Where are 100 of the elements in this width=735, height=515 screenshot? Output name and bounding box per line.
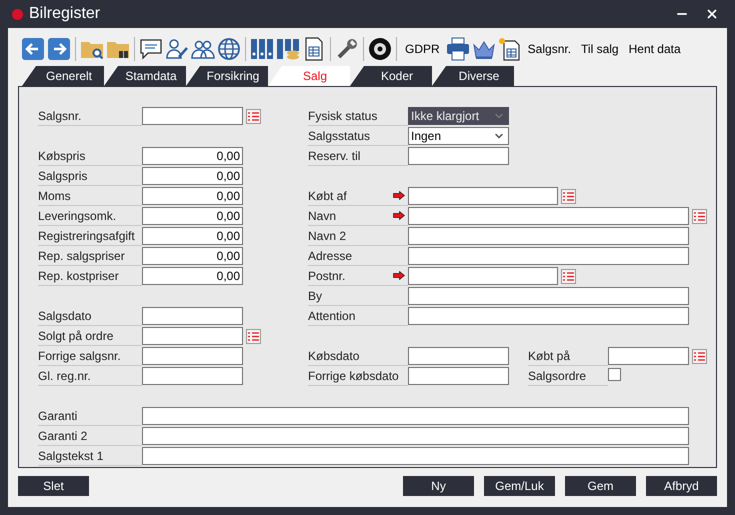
field-label: Attention <box>308 308 356 324</box>
field-label: Registreringsafgift <box>38 228 135 244</box>
tab[interactable]: Stamdata <box>104 66 186 86</box>
field-label: Købsdato <box>308 348 360 364</box>
field-label: Adresse <box>308 248 352 264</box>
field-label: Gl. reg.nr. <box>38 368 91 384</box>
input-field[interactable]: 0,00 <box>142 267 243 285</box>
checkbox[interactable] <box>608 368 621 380</box>
field-label: Salgsstatus <box>308 128 370 144</box>
field-label: Reserv. til <box>308 148 360 164</box>
input-field[interactable] <box>408 307 689 325</box>
tire-icon <box>368 37 392 61</box>
field-label: Rep. salgspriser <box>38 248 125 264</box>
binders-button[interactable] <box>249 36 275 62</box>
action-button[interactable]: Gem/Luk <box>484 476 555 496</box>
input-field[interactable] <box>142 307 243 325</box>
field-label: Garanti 2 <box>38 428 88 444</box>
field-label: Navn <box>308 208 336 224</box>
action-button[interactable]: Ny <box>403 476 474 496</box>
input-field[interactable] <box>408 187 558 205</box>
action-button[interactable]: Afbryd <box>646 476 717 496</box>
field-label: Garanti <box>38 408 78 424</box>
field-label: Fysisk status <box>308 108 378 124</box>
input-field[interactable]: 0,00 <box>142 147 243 165</box>
input-field[interactable] <box>408 287 689 305</box>
input-field[interactable] <box>408 227 689 245</box>
action-button[interactable]: Gem <box>565 476 636 496</box>
tab[interactable]: Forsikring <box>186 66 268 86</box>
field-label: Salgspris <box>38 168 88 184</box>
field-label: Navn 2 <box>308 228 346 244</box>
field-label: Rep. kostpriser <box>38 268 119 284</box>
field-label: Moms <box>38 188 71 204</box>
printer-icon <box>446 37 470 61</box>
field-label: Forrige købsdato <box>308 368 399 384</box>
input-field[interactable]: 0,00 <box>142 207 243 225</box>
field-label: By <box>308 288 322 304</box>
user-edit-icon <box>165 37 189 61</box>
window-title: Bilregister <box>29 4 102 24</box>
list-icon <box>248 112 259 120</box>
input-field[interactable] <box>142 347 243 365</box>
input-field[interactable] <box>408 207 689 225</box>
tab[interactable]: Generelt <box>22 66 104 86</box>
lookup-button[interactable] <box>561 268 576 284</box>
lookup-button[interactable] <box>246 328 261 344</box>
field-label: Forrige salgsnr. <box>38 348 121 364</box>
input-field[interactable] <box>408 367 509 385</box>
lookup-button[interactable] <box>561 188 576 204</box>
binders-icon <box>250 37 274 61</box>
input-field[interactable] <box>142 427 689 445</box>
dropdown[interactable]: Ingen <box>408 127 509 145</box>
tire-button[interactable] <box>367 36 393 62</box>
action-button[interactable]: Slet <box>18 476 89 496</box>
toolbar-text-button[interactable]: Salgsnr. <box>522 36 576 62</box>
close-icon <box>705 7 719 21</box>
binders-coins-icon <box>276 37 300 61</box>
binders-coins-button[interactable] <box>275 36 301 62</box>
forward-arrow-button[interactable] <box>46 36 72 62</box>
input-field[interactable] <box>408 267 558 285</box>
input-field[interactable] <box>408 247 689 265</box>
input-field[interactable] <box>142 367 243 385</box>
tab[interactable]: Koder <box>350 66 432 86</box>
field-label: Købt af <box>308 188 347 204</box>
input-field[interactable] <box>142 327 243 345</box>
input-field[interactable] <box>608 347 689 365</box>
field-label: Købspris <box>38 148 86 164</box>
printer-button[interactable] <box>444 36 471 62</box>
toolbar-text-button[interactable]: Til salg <box>576 36 624 62</box>
list-icon <box>563 272 574 280</box>
globe-icon <box>217 37 241 61</box>
input-field[interactable] <box>142 107 243 125</box>
lookup-button[interactable] <box>692 208 707 224</box>
input-field[interactable]: 0,00 <box>142 247 243 265</box>
input-field[interactable]: 0,00 <box>142 167 243 185</box>
list-icon <box>563 192 574 200</box>
globe-button[interactable] <box>216 36 242 62</box>
input-field[interactable] <box>408 147 509 165</box>
field-label: Salgsdato <box>38 308 92 324</box>
input-field[interactable] <box>408 347 509 365</box>
toolbar-text-button[interactable]: GDPR <box>400 36 445 62</box>
speech-bubble-icon <box>139 37 163 61</box>
field-label: Solgt på ordre <box>38 328 114 344</box>
field-label: Salgsordre <box>528 368 586 384</box>
list-icon <box>694 212 705 220</box>
input-field[interactable]: 0,00 <box>142 187 243 205</box>
field-label: Salgsnr. <box>38 108 82 124</box>
tab[interactable]: Salg <box>268 66 350 86</box>
tab[interactable]: Diverse <box>432 66 514 86</box>
input-field[interactable] <box>142 407 689 425</box>
lookup-button[interactable] <box>246 108 261 124</box>
lookup-button[interactable] <box>692 348 707 364</box>
field-label: Salgstekst 1 <box>38 448 104 464</box>
input-field[interactable] <box>142 447 689 465</box>
field-label: Leveringsomk. <box>38 208 116 224</box>
wrench-icon <box>335 37 359 61</box>
back-arrow-button[interactable] <box>20 36 46 62</box>
list-icon <box>694 352 705 360</box>
toolbar-text-button[interactable]: Hent data <box>624 36 686 62</box>
field-label: Købt på <box>528 348 570 364</box>
input-field[interactable]: 0,00 <box>142 227 243 245</box>
list-icon <box>248 332 259 340</box>
